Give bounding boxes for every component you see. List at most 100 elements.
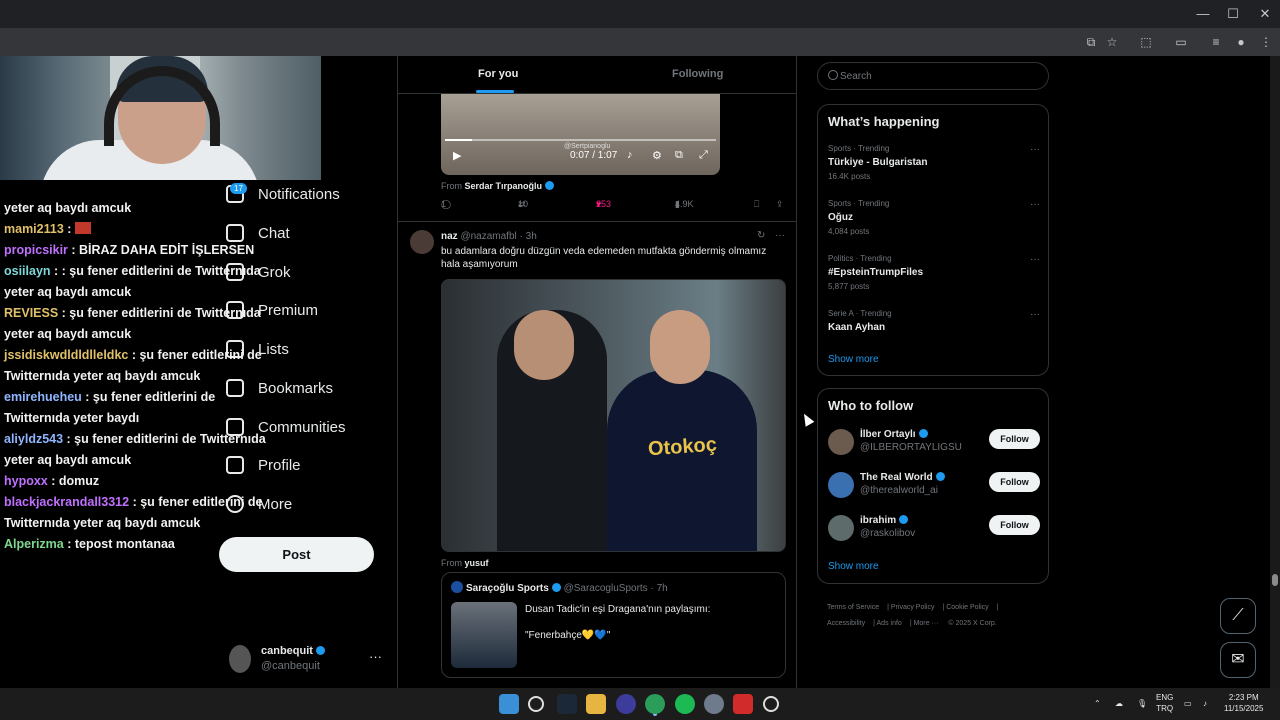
tweet-actions: ◯ 1 ⇄ 10 ♥ 253 ▮ 4.9K ⎕ ⇪ [441,199,784,210]
start-menu-icon[interactable] [499,694,519,714]
bookmark-star-icon[interactable]: ☆ [1104,34,1120,50]
source-name[interactable]: Serdar Tırpanoğlu [465,181,543,191]
maximize-button[interactable]: ☐ [1218,6,1248,22]
whats-happening-card: What’s happening Sports · Trending Türki… [817,104,1049,376]
quoted-tweet[interactable]: Saraçoğlu Sports @SaracogluSports · 7h D… [441,572,786,678]
chat-message: Alperizma : tepost montanaa [4,537,175,551]
webcam-overlay [0,56,321,180]
tweet-text: bu adamlara doğru düzgün veda edemeden m… [441,246,767,270]
more-options-icon[interactable]: ··· [1030,144,1040,155]
trend-item[interactable]: Sports · Trending Oğuz 4,084 posts ··· [828,199,1040,249]
tweet-photo[interactable]: Otokoç [441,279,786,552]
media-app-icon[interactable] [733,694,753,714]
grok-explain-icon[interactable]: ↻ [757,230,765,241]
verified-badge-icon [899,515,909,524]
more-options-icon[interactable]: ··· [369,649,382,664]
picture-in-picture-icon[interactable]: ⧉ [675,149,683,162]
section-title: What’s happening [828,114,940,129]
messages-fab-icon[interactable]: ✉ [1220,642,1256,678]
timeline: ▶ 0:07 / 1:07 ♪ ⚙ ⧉ ⤢ @Sertpianoglu For … [397,56,797,688]
fullscreen-icon[interactable]: ⤢ [699,149,708,162]
trend-item[interactable]: Sports · Trending Türkiye - Bulgaristan … [828,144,1040,194]
minimize-button[interactable]: — [1188,6,1218,21]
video-time: 0:07 / 1:07 [570,150,618,161]
more-options-icon[interactable]: ··· [1030,254,1040,265]
section-title: Who to follow [828,398,914,413]
clock[interactable]: 2:23 PM 11/15/2025 [1224,692,1263,714]
cloud-sync-icon[interactable]: ☁ [1115,698,1123,709]
more-options-icon[interactable]: ··· [775,230,785,241]
play-icon[interactable]: ▶ [453,149,461,162]
emote-icon [74,222,91,234]
extensions-icon[interactable]: ⬚ [1138,34,1154,50]
close-window-button[interactable]: ✕ [1250,6,1280,22]
steam-icon[interactable] [557,694,577,714]
verified-badge-icon [935,472,945,481]
settings-gear-icon[interactable] [704,694,724,714]
chat-message: jssidiskwdldldlleldkc : şu fener editler… [4,348,262,383]
share-icon[interactable]: ⇪ [776,199,784,210]
verified-badge-icon [545,181,555,190]
scrollbar-thumb[interactable] [1272,574,1278,586]
quoted-image[interactable] [451,602,517,668]
search-icon[interactable] [528,696,544,712]
follow-button[interactable]: Follow [989,472,1040,492]
windows-taskbar: ⌃ ☁ 🎙 ENG TRQ ▭ ♪ 2:23 PM 11/15/2025 [0,688,1280,720]
avatar[interactable] [410,230,434,254]
follow-suggestion[interactable]: The Real World @therealworld_ai Follow [828,472,1040,504]
timeline-tabs: For you Following [398,56,796,94]
media-controls-icon[interactable]: ≡ [1208,34,1224,50]
show-more-link[interactable]: Show more [828,561,879,572]
trend-item[interactable]: Politics · Trending #EpsteinTrumpFiles 5… [828,254,1040,304]
more-options-icon[interactable]: ··· [1030,199,1040,210]
video-progress-bar[interactable] [445,139,716,141]
settings-gear-icon[interactable]: ⚙ [652,149,662,162]
search-icon [828,70,838,80]
account-switcher[interactable]: canbequit @canbequit ··· [229,643,389,677]
show-more-link[interactable]: Show more [828,354,879,365]
volume-icon[interactable]: ♪ [1203,698,1207,709]
browser-menu-icon[interactable]: ⋮ [1258,34,1274,50]
follow-suggestion[interactable]: ibrahim @raskolibov Follow [828,515,1040,547]
quoted-text: Dusan Tadic'in eşi Dragana'nın paylaşımı… [525,604,711,641]
tray-overflow-icon[interactable]: ⌃ [1094,698,1101,709]
follow-button[interactable]: Follow [989,515,1040,535]
spotify-icon[interactable] [675,694,695,714]
microphone-icon[interactable]: 🎙 [1137,698,1147,709]
verified-badge-icon [918,429,928,438]
trend-item[interactable]: Serie A · Trending Kaan Ayhan ··· [828,309,1040,359]
tab-for-you[interactable]: For you [478,68,518,80]
volume-icon[interactable]: ♪ [627,149,633,161]
mouse-cursor-icon [799,411,815,427]
tab-following[interactable]: Following [672,68,723,80]
chrome-icon[interactable] [645,694,665,714]
chat-message: REVIESS : şu fener editlerini de Twitter… [4,306,261,341]
stream-chat-overlay: yeter aq baydı amcuk mami2113 : propicsi… [0,198,270,555]
grok-fab-icon[interactable]: ⟋ [1220,598,1256,634]
status-app-icon[interactable] [763,696,779,712]
network-icon[interactable]: ▭ [1184,698,1192,709]
verified-badge-icon [315,646,325,655]
follow-button[interactable]: Follow [989,429,1040,449]
chat-message: emirehueheu : şu fener editlerini de Twi… [4,390,216,425]
split-view-icon[interactable]: ▭ [1173,34,1189,50]
more-options-icon[interactable]: ··· [1030,309,1040,320]
bookmark-button[interactable]: ⎕ [754,199,759,210]
chat-message: mami2113 : [0,219,270,240]
scrollbar[interactable] [1270,56,1280,688]
source-attribution: From yusuf [441,558,489,568]
source-name[interactable]: yusuf [465,558,489,568]
tweet-author[interactable]: naz @nazamafbl · 3h [441,231,537,242]
avatar [451,581,463,593]
chat-message: osiilayn : : şu fener editlerini de Twit… [4,264,261,299]
follow-suggestion[interactable]: İlber Ortaylı @ILBERORTAYLIGSU Follow [828,429,1040,461]
app-icon[interactable] [616,694,636,714]
language-indicator[interactable]: ENG TRQ [1156,692,1173,714]
chat-message: propicsikir : BİRAZ DAHA EDİT İŞLERSEN [4,243,255,257]
install-app-icon[interactable]: ⧉ [1083,34,1099,50]
file-explorer-icon[interactable] [586,694,606,714]
video-player[interactable]: ▶ 0:07 / 1:07 ♪ ⚙ ⧉ ⤢ @Sertpianoglu [441,93,720,175]
search-input[interactable]: Search [817,62,1049,90]
verified-badge-icon [551,583,561,592]
profile-avatar-icon[interactable]: ● [1233,34,1249,50]
